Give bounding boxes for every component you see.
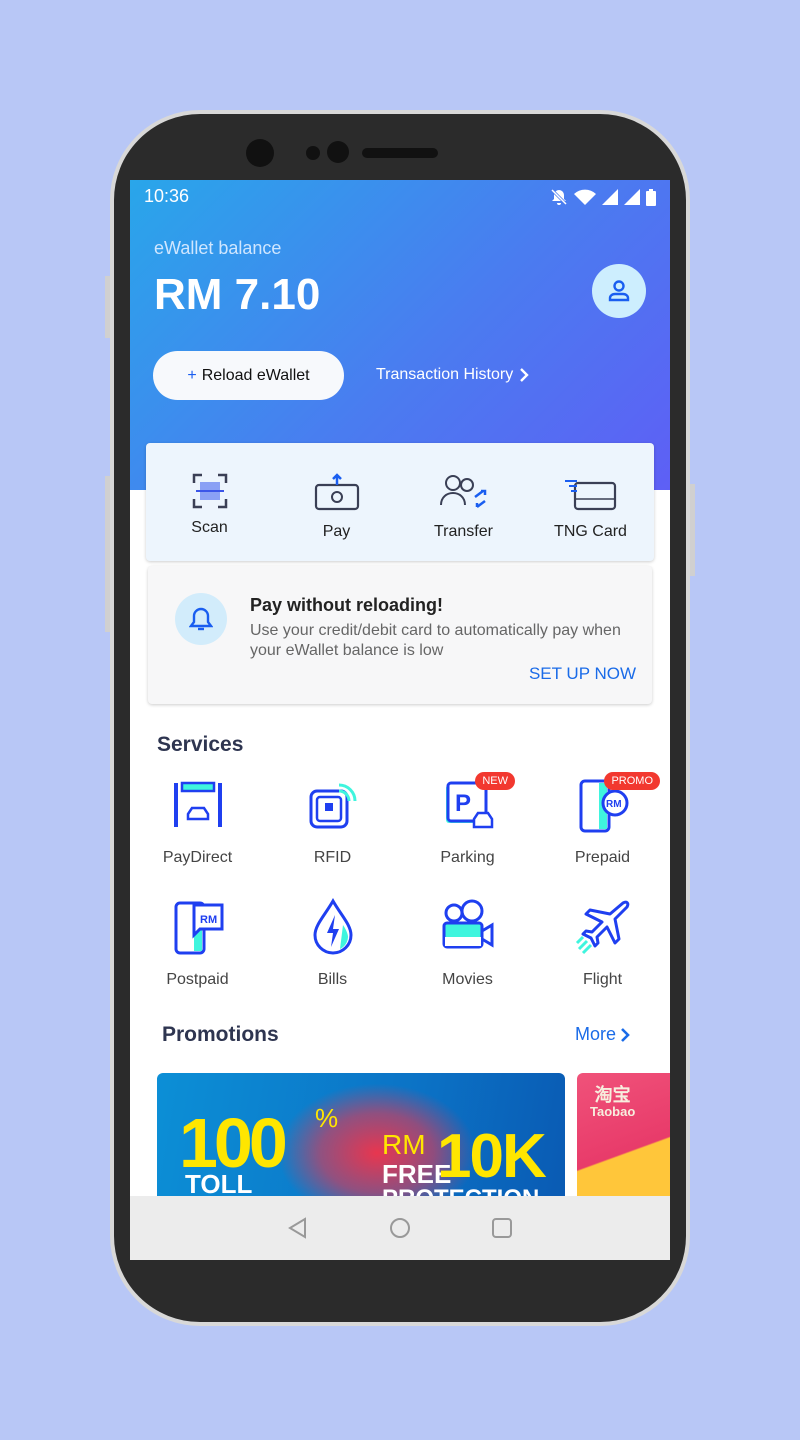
- balance-amount: RM 7.10: [154, 270, 321, 319]
- service-label: PayDirect: [162, 849, 233, 866]
- promo-banner-taobao[interactable]: 淘宝 Taobao: [577, 1073, 670, 1213]
- banner-text: %: [315, 1103, 339, 1133]
- services-title: Services: [157, 733, 244, 756]
- android-nav-bar: [130, 1196, 670, 1260]
- svg-text:P: P: [455, 790, 471, 817]
- service-rfid[interactable]: RFID: [265, 775, 400, 879]
- service-parking[interactable]: NEW P Parking: [400, 772, 535, 879]
- sensor: [306, 146, 320, 160]
- back-icon[interactable]: [287, 1217, 309, 1239]
- battery-icon: [646, 188, 656, 206]
- chevron-right-icon: [520, 368, 529, 382]
- signal-icon: [602, 189, 618, 205]
- signal-icon: [624, 189, 640, 205]
- user-icon: [608, 280, 630, 302]
- quick-action-tng-card[interactable]: TNG Card: [527, 443, 654, 561]
- front-camera: [246, 139, 274, 167]
- scan-icon: [192, 473, 227, 509]
- status-icons: [550, 188, 656, 206]
- screen: 10:36 eWallet balance RM 7.10 + Reload eW…: [130, 180, 670, 1260]
- services-grid: PayDirect RFID NEW P Parking PROMO RM Pr…: [130, 772, 670, 1001]
- movie-camera-icon: [442, 899, 493, 949]
- chevron-right-icon: [621, 1027, 630, 1042]
- service-label: Movies: [442, 971, 493, 988]
- recents-icon[interactable]: [491, 1217, 513, 1239]
- new-badge: NEW: [475, 772, 515, 790]
- banner-text: 10K: [437, 1122, 547, 1191]
- service-postpaid[interactable]: RM Postpaid: [130, 897, 265, 1001]
- plus-icon: +: [187, 366, 197, 384]
- transfer-icon: [439, 475, 486, 508]
- svg-text:RM: RM: [200, 914, 217, 926]
- service-bills[interactable]: Bills: [265, 897, 400, 1001]
- profile-button[interactable]: [592, 264, 646, 318]
- wifi-icon: [574, 189, 596, 205]
- set-up-now-button[interactable]: SET UP NOW: [529, 664, 636, 684]
- reload-ewallet-button[interactable]: + Reload eWallet: [153, 351, 344, 400]
- toll-gate-icon: [173, 781, 222, 827]
- service-label: Flight: [582, 971, 623, 988]
- promo-badge: PROMO: [604, 772, 660, 790]
- promotions-title: Promotions: [162, 1023, 279, 1046]
- quick-actions: Scan Pay Transfer TNG Card: [146, 443, 654, 561]
- quick-action-transfer[interactable]: Transfer: [400, 443, 527, 561]
- status-time: 10:36: [144, 186, 190, 206]
- quick-action-label: Transfer: [434, 523, 493, 540]
- more-label: More: [575, 1024, 617, 1044]
- sensor: [327, 141, 349, 163]
- service-label: Parking: [440, 849, 495, 866]
- bills-icon: [312, 897, 353, 955]
- volume-button: [105, 276, 110, 338]
- volume-button: [105, 476, 110, 632]
- transaction-history-label: Transaction History: [376, 366, 514, 383]
- notice-text: Use your credit/debit card to automatica…: [250, 622, 621, 659]
- auto-pay-notice-card: Pay without reloading! Use your credit/d…: [148, 566, 652, 704]
- promo-banner-toll[interactable]: 100 % TOLL RM FREE 10K PROTECTION: [157, 1073, 565, 1213]
- bell-icon: [189, 607, 213, 631]
- service-label: Prepaid: [574, 849, 631, 866]
- reload-label: Reload eWallet: [201, 366, 310, 384]
- quick-action-label: TNG Card: [554, 523, 627, 540]
- svg-text:RM: RM: [606, 799, 622, 810]
- quick-action-pay[interactable]: Pay: [273, 443, 400, 561]
- power-button: [690, 484, 695, 576]
- quick-action-label: Pay: [322, 523, 351, 540]
- more-promotions-link[interactable]: More: [575, 1024, 630, 1045]
- home-icon[interactable]: [389, 1217, 411, 1239]
- postpaid-phone-icon: RM: [174, 901, 223, 955]
- rfid-icon: [309, 783, 356, 829]
- service-label: RFID: [313, 849, 352, 866]
- service-label: Postpaid: [166, 971, 229, 988]
- transaction-history-link[interactable]: Transaction History: [376, 366, 529, 384]
- bell-badge: [175, 593, 227, 645]
- service-paydirect[interactable]: PayDirect: [130, 775, 265, 879]
- pay-icon: [314, 473, 359, 511]
- quick-action-scan[interactable]: Scan: [146, 443, 273, 561]
- service-prepaid[interactable]: PROMO RM Prepaid: [535, 772, 670, 879]
- quick-action-label: Scan: [191, 519, 228, 536]
- taobao-logo: 淘宝 Taobao: [590, 1085, 636, 1119]
- speaker: [362, 148, 438, 158]
- notice-title: Pay without reloading!: [250, 595, 444, 615]
- service-label: Bills: [317, 971, 348, 988]
- plane-icon: [575, 900, 629, 955]
- banner-text: RM: [382, 1129, 426, 1160]
- bell-off-icon: [550, 188, 568, 206]
- service-movies[interactable]: Movies: [400, 897, 535, 1001]
- card-icon: [564, 480, 616, 511]
- balance-label: eWallet balance: [154, 238, 282, 258]
- service-flight[interactable]: Flight: [535, 897, 670, 1001]
